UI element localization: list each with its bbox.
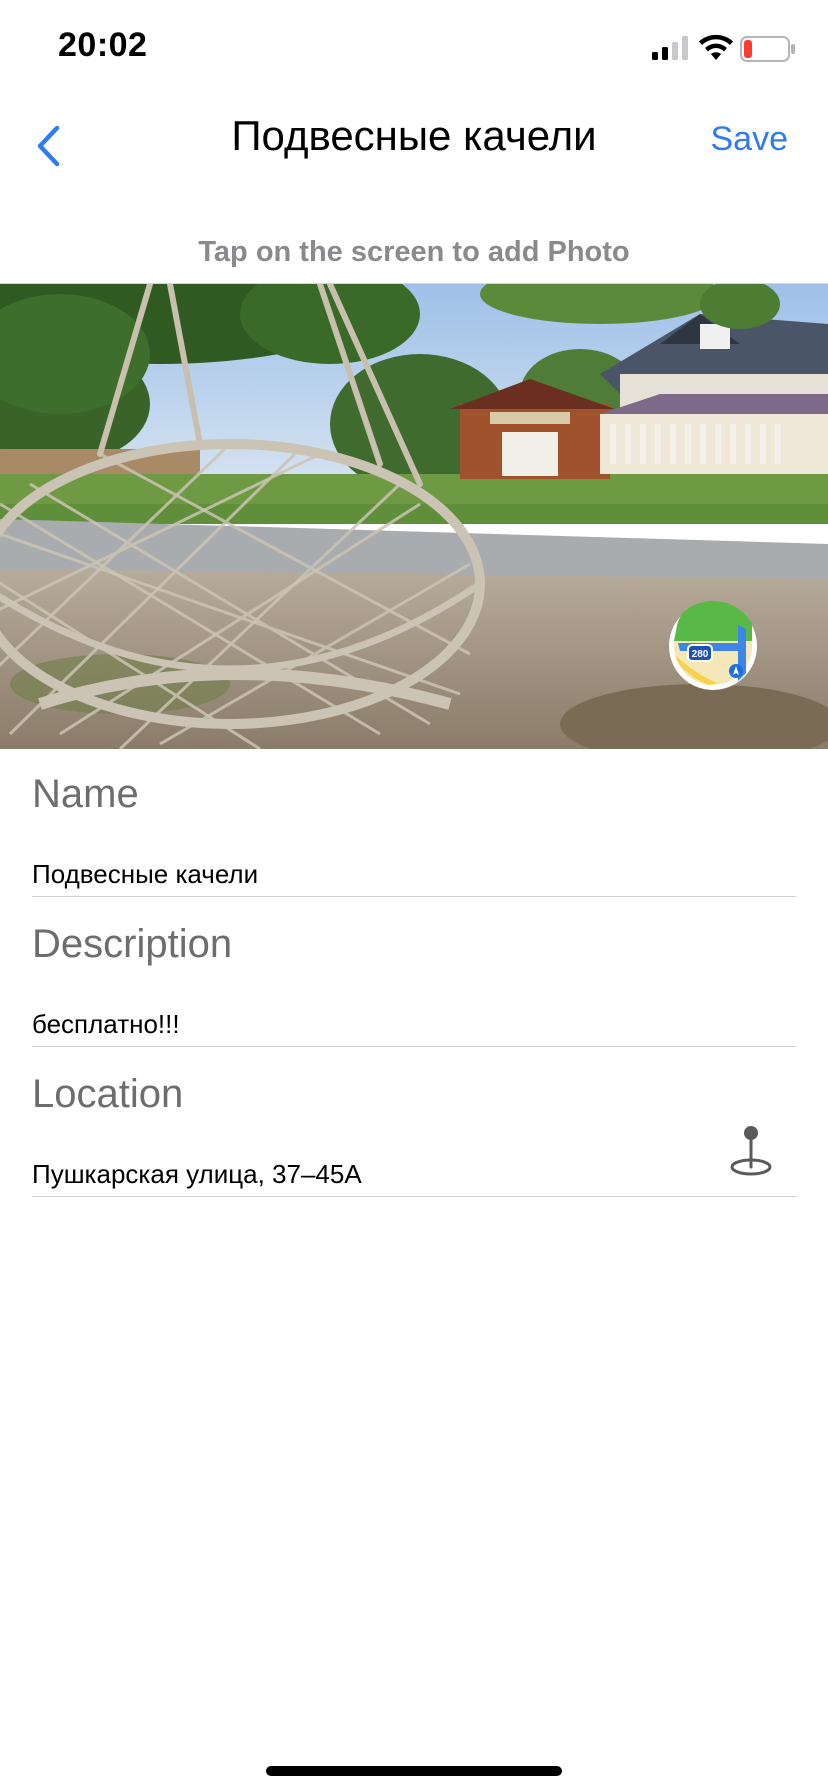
back-button[interactable] xyxy=(18,116,78,176)
page-title: Подвесные качели xyxy=(231,112,597,159)
location-label: Location xyxy=(32,1072,184,1116)
navigation-bar: Подвесные качели Save xyxy=(0,100,828,200)
name-label: Name xyxy=(32,772,139,816)
name-field[interactable]: Подвесные качели xyxy=(32,859,258,890)
description-divider xyxy=(32,1046,796,1047)
maps-badge-text: 280 xyxy=(692,649,709,660)
photo-area[interactable]: 280 xyxy=(0,283,828,749)
description-field[interactable]: бесплатно!!! xyxy=(32,1009,180,1040)
map-pin-icon xyxy=(730,1126,772,1176)
location-pin-button[interactable] xyxy=(728,1124,774,1176)
photo-hint: Tap on the screen to add Photo xyxy=(198,236,630,268)
wifi-icon xyxy=(699,34,733,60)
battery-low-icon xyxy=(740,36,795,62)
apple-maps-icon: 280 xyxy=(669,601,757,690)
location-divider xyxy=(32,1196,796,1197)
save-button[interactable]: Save xyxy=(711,120,789,159)
status-time: 20:02 xyxy=(58,26,148,64)
name-divider xyxy=(32,896,796,897)
cellular-signal-icon xyxy=(652,36,688,60)
location-field[interactable]: Пушкарская улица, 37–45А xyxy=(32,1159,362,1190)
home-indicator xyxy=(266,1766,562,1776)
status-bar: 20:02 xyxy=(0,0,828,100)
apple-maps-button[interactable]: 280 xyxy=(668,601,758,691)
chevron-left-icon xyxy=(37,125,60,167)
description-label: Description xyxy=(32,922,233,966)
